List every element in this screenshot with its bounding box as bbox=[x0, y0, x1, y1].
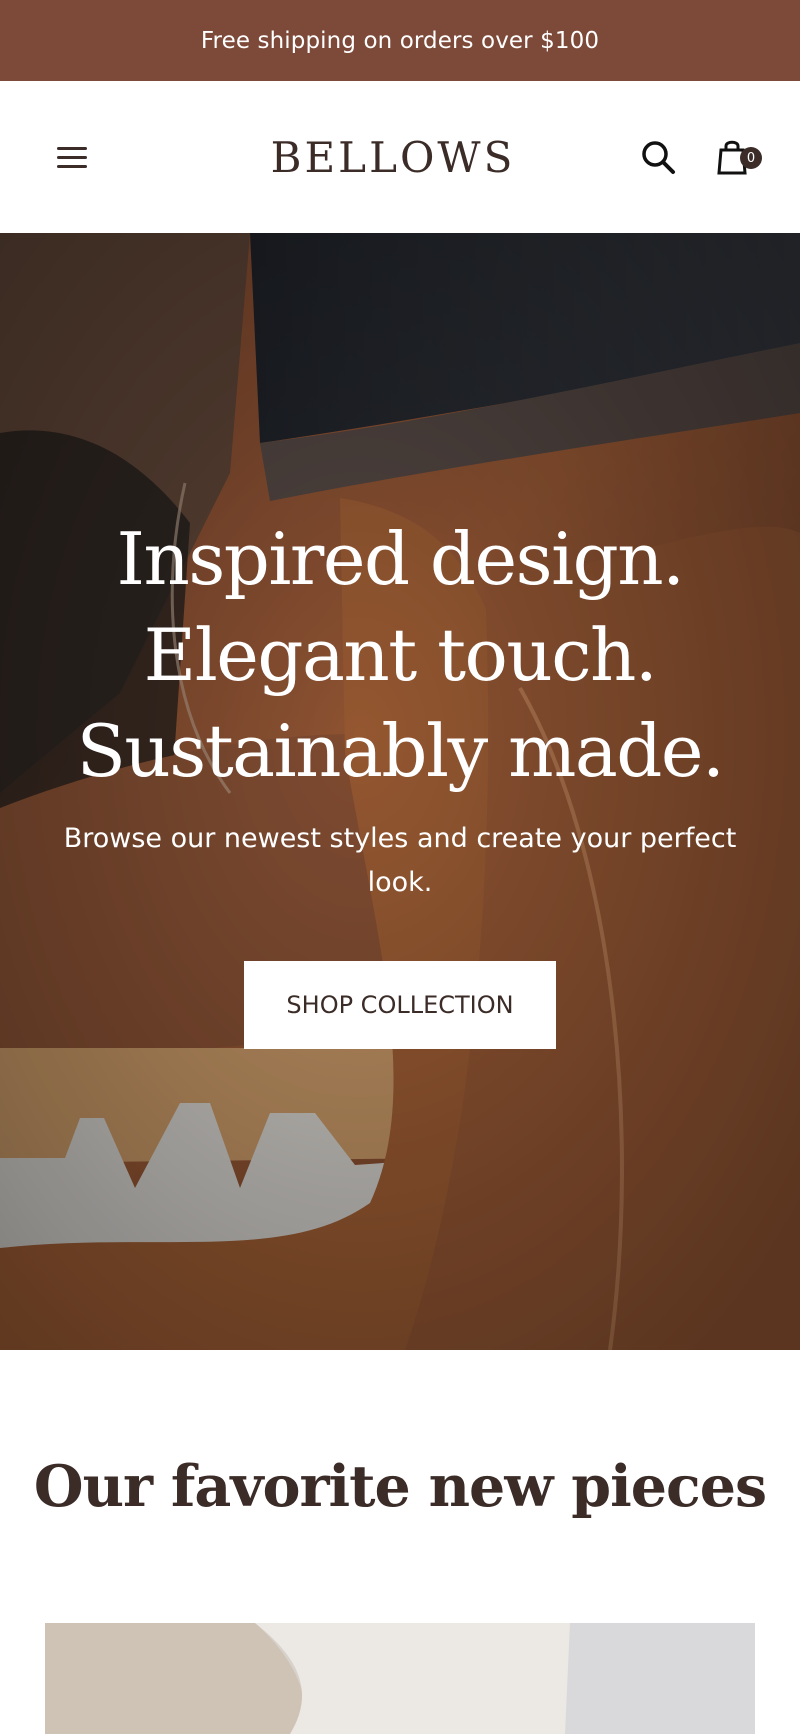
cart-button[interactable]: 0 bbox=[708, 133, 762, 181]
product-image-preview[interactable] bbox=[45, 1623, 755, 1734]
header-actions: 0 bbox=[634, 133, 762, 181]
brand-logo[interactable]: BELLOWS bbox=[271, 133, 516, 182]
announcement-text: Free shipping on orders over $100 bbox=[200, 27, 600, 54]
featured-title: Our favorite new pieces bbox=[33, 1452, 767, 1520]
hero-content: Inspired design. Elegant touch. Sustaina… bbox=[0, 511, 800, 1049]
cart-count-badge: 0 bbox=[740, 147, 762, 169]
announcement-bar: Free shipping on orders over $100 bbox=[0, 0, 800, 81]
hero-subtitle: Browse our newest styles and create your… bbox=[63, 823, 737, 898]
search-icon bbox=[642, 141, 675, 174]
hero-title-line: Inspired design. bbox=[116, 517, 685, 601]
product-image bbox=[45, 1623, 755, 1734]
search-button[interactable] bbox=[634, 133, 682, 181]
featured-section: Our favorite new pieces bbox=[0, 1350, 800, 1623]
site-header: BELLOWS 0 bbox=[0, 81, 800, 233]
shop-collection-button[interactable]: SHOP COLLECTION bbox=[244, 961, 556, 1049]
hero-title-line: Sustainably made. bbox=[76, 709, 725, 793]
hero-banner: Inspired design. Elegant touch. Sustaina… bbox=[0, 233, 800, 1350]
hero-title-line: Elegant touch. bbox=[143, 613, 658, 697]
hero-title: Inspired design. Elegant touch. Sustaina… bbox=[20, 511, 780, 799]
menu-button[interactable] bbox=[48, 133, 96, 181]
menu-icon bbox=[57, 147, 87, 168]
